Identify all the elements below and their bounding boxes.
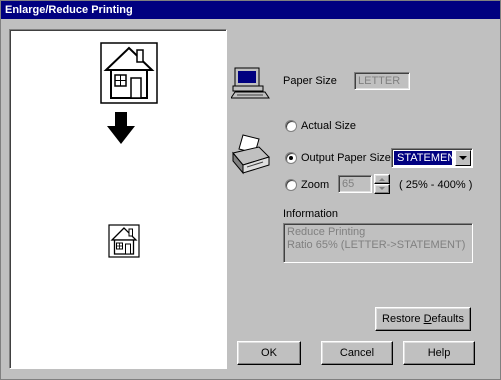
information-label: Information: [283, 208, 339, 220]
information-box: Reduce Printing Ratio 65% (LETTER->STATE…: [283, 223, 473, 263]
restore-defaults-mnemonic: D: [423, 313, 432, 325]
zoom-input[interactable]: 65: [338, 175, 372, 193]
chevron-down-icon: [459, 156, 467, 160]
paper-size-label: Paper Size: [283, 75, 337, 87]
information-line-2: Ratio 65% (LETTER->STATEMENT): [287, 239, 466, 251]
restore-defaults-prefix: Restore: [382, 313, 424, 325]
actual-size-radio[interactable]: [285, 120, 297, 132]
spin-up-button[interactable]: [374, 174, 390, 184]
paper-size-field: LETTER: [354, 72, 410, 90]
zoom-range-label: ( 25% - 400% ): [399, 179, 473, 191]
house-small-icon: [108, 224, 140, 258]
zoom-spinner[interactable]: [374, 174, 390, 194]
restore-defaults-suffix: efaults: [431, 313, 464, 325]
output-paper-size-value: STATEMENT: [394, 151, 462, 165]
help-button[interactable]: Help: [403, 341, 475, 365]
output-paper-size-radio[interactable]: [285, 152, 297, 164]
preview-pane: [9, 29, 227, 369]
spin-down-button[interactable]: [374, 184, 390, 194]
printer-icon: [232, 134, 270, 175]
radio-selected-dot: [289, 156, 293, 160]
zoom-radio[interactable]: [285, 179, 297, 191]
arrow-up-icon: [379, 178, 385, 181]
cancel-button[interactable]: Cancel: [321, 341, 393, 365]
output-paper-size-select[interactable]: STATEMENT: [391, 148, 473, 168]
information-line-1: Reduce Printing: [287, 226, 366, 238]
ok-button[interactable]: OK: [237, 341, 301, 365]
arrow-down-icon: [107, 112, 135, 144]
zoom-label[interactable]: Zoom: [301, 179, 329, 191]
actual-size-label[interactable]: Actual Size: [301, 120, 356, 132]
arrow-down-small-icon: [379, 187, 385, 190]
restore-defaults-button[interactable]: Restore Defaults: [375, 307, 471, 331]
output-paper-size-label[interactable]: Output Paper Size: [301, 152, 391, 164]
computer-icon: [231, 67, 270, 99]
house-large-icon: [100, 42, 158, 104]
enlarge-reduce-dialog: Enlarge/Reduce Printing Paper Size LETTE…: [0, 0, 501, 380]
window-title: Enlarge/Reduce Printing: [1, 1, 500, 19]
dropdown-button[interactable]: [455, 150, 471, 166]
